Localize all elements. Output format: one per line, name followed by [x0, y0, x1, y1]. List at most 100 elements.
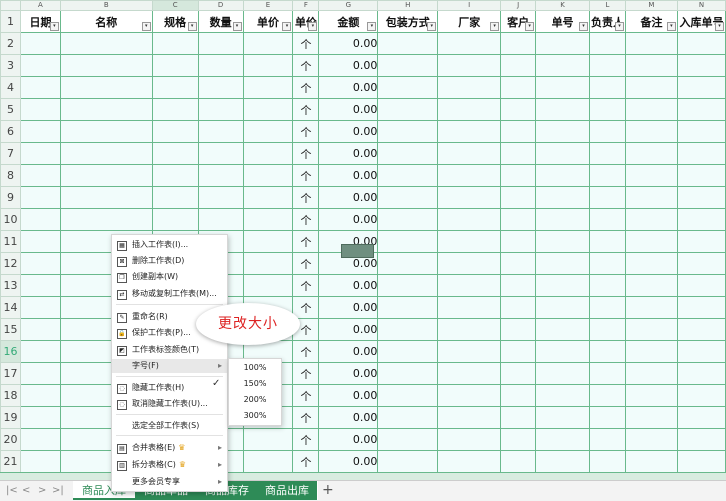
grid-cell[interactable]: [589, 208, 626, 231]
amount-cell[interactable]: 0.00: [318, 54, 379, 77]
unit-cell[interactable]: 个: [292, 76, 320, 99]
column-header[interactable]: 金额 ▾: [318, 10, 379, 33]
unit-cell[interactable]: 个: [292, 428, 320, 451]
unit-cell[interactable]: 个: [292, 362, 320, 385]
unit-cell[interactable]: 个: [292, 450, 320, 472]
unit-cell[interactable]: 个: [292, 252, 320, 275]
grid-cell[interactable]: [19, 76, 61, 99]
grid-cell[interactable]: [151, 164, 199, 187]
column-letter[interactable]: F: [292, 0, 320, 11]
column-header[interactable]: 厂家 ▾: [437, 10, 502, 33]
unit-cell[interactable]: 个: [292, 340, 320, 363]
grid-cell[interactable]: [625, 362, 678, 385]
grid-cell[interactable]: [625, 98, 678, 121]
grid-cell[interactable]: [242, 98, 294, 121]
context-menu-item[interactable]: 更多会员专享 ▸: [112, 475, 227, 489]
grid-cell[interactable]: [437, 164, 502, 187]
grid-cell[interactable]: [535, 296, 591, 319]
grid-cell[interactable]: [676, 318, 726, 341]
grid-cell[interactable]: [589, 32, 626, 55]
grid-cell[interactable]: [676, 340, 726, 363]
grid-cell[interactable]: [59, 98, 153, 121]
grid-cell[interactable]: [59, 120, 153, 143]
grid-cell[interactable]: [242, 450, 294, 472]
column-header[interactable]: 包装方式 ▾: [377, 10, 439, 33]
grid-cell[interactable]: [500, 98, 537, 121]
last-sheet-icon[interactable]: >|: [52, 485, 64, 496]
grid-cell[interactable]: [242, 274, 294, 297]
filter-dropdown-icon[interactable]: ▾: [715, 22, 724, 31]
grid-cell[interactable]: [437, 208, 502, 231]
grid-cell[interactable]: [589, 54, 626, 77]
grid-cell[interactable]: [676, 32, 726, 55]
row-number[interactable]: 9: [0, 186, 21, 209]
amount-cell[interactable]: 0.00: [318, 32, 379, 55]
grid-cell[interactable]: [535, 230, 591, 253]
grid-cell[interactable]: [151, 32, 199, 55]
grid-cell[interactable]: [625, 54, 678, 77]
grid-cell[interactable]: [589, 76, 626, 99]
grid-cell[interactable]: [500, 384, 537, 407]
grid-cell[interactable]: [625, 186, 678, 209]
grid-cell[interactable]: [535, 142, 591, 165]
grid-cell[interactable]: [19, 406, 61, 429]
grid-cell[interactable]: [242, 208, 294, 231]
grid-cell[interactable]: [19, 208, 61, 231]
grid-cell[interactable]: [535, 98, 591, 121]
grid-cell[interactable]: [500, 120, 537, 143]
font-size-option[interactable]: 100%: [229, 360, 281, 376]
unit-cell[interactable]: 个: [292, 142, 320, 165]
grid-cell[interactable]: [589, 142, 626, 165]
grid-cell[interactable]: [500, 208, 537, 231]
grid-cell[interactable]: [625, 450, 678, 472]
sheet-move-handle[interactable]: [341, 244, 374, 258]
grid-cell[interactable]: [377, 318, 439, 341]
column-header[interactable]: 负责人 ▾: [589, 10, 626, 33]
grid-cell[interactable]: [500, 76, 537, 99]
filter-dropdown-icon[interactable]: ▾: [579, 22, 589, 31]
grid-cell[interactable]: [500, 230, 537, 253]
row-number[interactable]: 6: [0, 120, 21, 143]
first-sheet-icon[interactable]: |<: [6, 485, 18, 496]
column-letter[interactable]: G: [318, 0, 379, 11]
row-number[interactable]: 19: [0, 406, 21, 429]
grid-cell[interactable]: [377, 274, 439, 297]
grid-cell[interactable]: [197, 54, 244, 77]
grid-cell[interactable]: [59, 208, 153, 231]
column-header[interactable]: 名称 ▾: [59, 10, 153, 33]
sheet-tab[interactable]: 商品出库: [257, 481, 318, 500]
grid-cell[interactable]: [676, 406, 726, 429]
grid-cell[interactable]: [377, 340, 439, 363]
grid-cell[interactable]: [19, 252, 61, 275]
filter-dropdown-icon[interactable]: ▾: [49, 22, 59, 31]
grid-cell[interactable]: [377, 296, 439, 319]
row-number[interactable]: 11: [0, 230, 21, 253]
grid-cell[interactable]: [500, 296, 537, 319]
grid-cell[interactable]: [242, 230, 294, 253]
grid-cell[interactable]: [377, 450, 439, 472]
unit-cell[interactable]: 个: [292, 98, 320, 121]
amount-cell[interactable]: 0.00: [318, 450, 379, 472]
amount-cell[interactable]: 0.00: [318, 406, 379, 429]
grid-cell[interactable]: [589, 120, 626, 143]
amount-cell[interactable]: 0.00: [318, 76, 379, 99]
grid-cell[interactable]: [242, 76, 294, 99]
grid-cell[interactable]: [625, 120, 678, 143]
grid-cell[interactable]: [19, 98, 61, 121]
column-letter[interactable]: I: [437, 0, 502, 11]
column-header[interactable]: 单号 ▾: [535, 10, 591, 33]
context-menu-item[interactable]: ◌ 隐藏工作表(H): [112, 381, 227, 395]
grid-cell[interactable]: [151, 142, 199, 165]
context-menu-item[interactable]: ▦ 插入工作表(I)...: [112, 238, 227, 252]
grid-cell[interactable]: [19, 296, 61, 319]
grid-cell[interactable]: [242, 186, 294, 209]
column-header[interactable]: 规格 ▾: [151, 10, 199, 33]
grid-cell[interactable]: [676, 142, 726, 165]
add-sheet-button[interactable]: +: [322, 482, 334, 499]
row-number[interactable]: 8: [0, 164, 21, 187]
grid-cell[interactable]: [151, 98, 199, 121]
grid-cell[interactable]: [676, 428, 726, 451]
grid-cell[interactable]: [625, 230, 678, 253]
grid-cell[interactable]: [242, 142, 294, 165]
row-number[interactable]: 18: [0, 384, 21, 407]
